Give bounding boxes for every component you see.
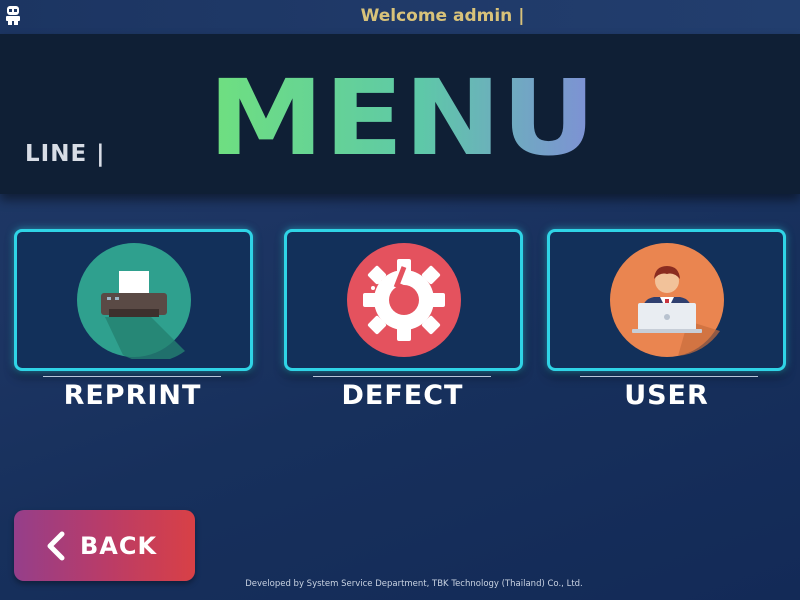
top-bar: Welcome admin | <box>0 0 800 34</box>
line-label: LINE | <box>25 141 106 167</box>
page-title: MENU <box>208 62 596 162</box>
chevron-left-icon <box>47 531 65 561</box>
reprint-label: REPRINT <box>63 380 202 411</box>
user-label: USER <box>624 380 709 411</box>
reprint-divider <box>43 376 221 377</box>
user-laptop-icon <box>609 243 724 357</box>
printer-icon <box>76 243 191 359</box>
back-button-label: BACK <box>80 532 158 560</box>
user-divider <box>580 376 758 377</box>
defect-divider <box>313 376 491 377</box>
broken-gear-icon <box>346 243 461 357</box>
footer-credit: Developed by System Service Department, … <box>245 579 583 589</box>
page-title-text: MENU <box>208 62 596 162</box>
defect-label: DEFECT <box>341 380 464 411</box>
welcome-text: Welcome admin | <box>360 6 525 26</box>
user-button[interactable] <box>547 229 786 371</box>
reprint-button[interactable] <box>14 229 253 371</box>
back-button[interactable]: BACK <box>14 510 195 581</box>
defect-button[interactable] <box>284 229 523 371</box>
